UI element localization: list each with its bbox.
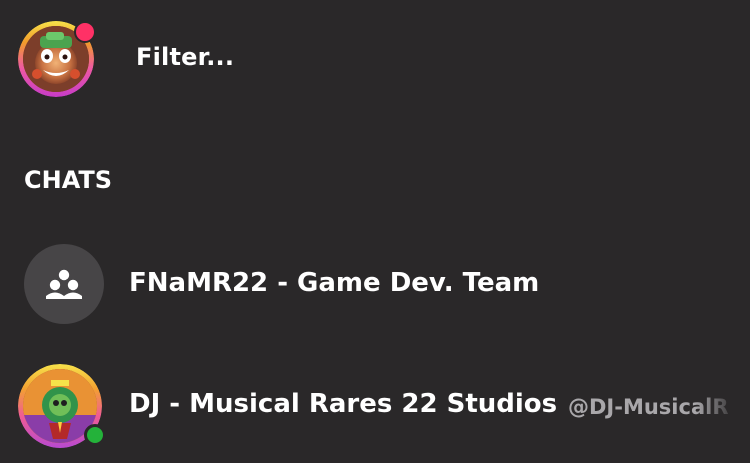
chat-item-group[interactable]: FNaMR22 - Game Dev. Team [0, 244, 750, 328]
chats-section-title: CHATS [24, 166, 113, 194]
chat-handle: @DJ-MusicalR [568, 395, 729, 419]
chat-name: DJ - Musical Rares 22 Studios [129, 389, 558, 419]
app-root: Filter... CHATS FNaMR22 - Game Dev. Team [0, 0, 750, 463]
top-bar: Filter... [18, 21, 718, 97]
group-avatar [24, 244, 104, 324]
notification-dot [74, 21, 96, 43]
group-icon [46, 269, 82, 299]
online-status-dot [84, 424, 106, 446]
filter-input[interactable]: Filter... [136, 43, 234, 71]
chat-item-dm[interactable]: DJ - Musical Rares 22 Studios @DJ-Musica… [0, 364, 750, 454]
chat-name: FNaMR22 - Game Dev. Team [129, 268, 540, 298]
